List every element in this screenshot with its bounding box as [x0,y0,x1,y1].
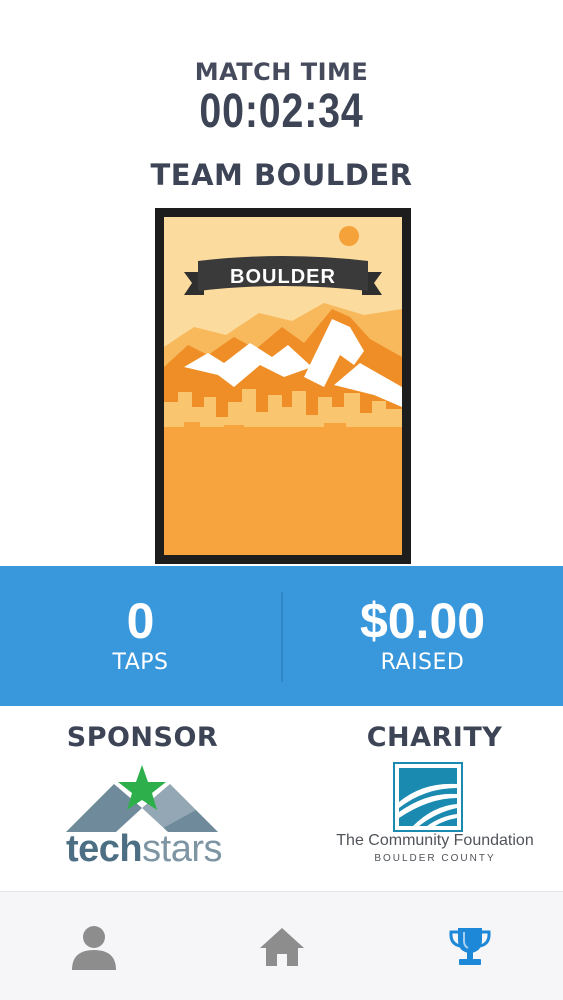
tab-profile[interactable] [0,892,187,1000]
charity-name: The Community Foundation [336,832,534,849]
match-timer: 00:02:34 [199,85,364,138]
bottom-tab-bar [0,891,563,1000]
home-icon [259,927,304,966]
taps-stat: 0 TAPS [0,566,281,706]
tab-leaderboard[interactable] [376,892,563,1000]
trophy-icon [448,927,491,965]
taps-label: TAPS [112,650,169,675]
community-foundation-logo-mark [393,762,463,832]
techstars-wordmark: techstars [66,828,222,871]
boulder-poster-illustration: BOULDER [164,217,402,555]
charity-subtitle: BOULDER COUNTY [374,853,496,864]
stats-panel: 0 TAPS $0.00 RAISED [0,566,563,706]
raised-amount: $0.00 [359,593,486,649]
team-poster: BOULDER [155,208,411,564]
charity-title: CHARITY [366,722,503,753]
person-icon [71,925,116,970]
raised-stat: $0.00 RAISED [282,566,563,706]
techstars-word-tech: tech [66,828,143,870]
taps-count: 0 [126,593,155,649]
sponsor-title: SPONSOR [66,722,219,753]
team-name: TEAM BOULDER [150,158,413,192]
raised-label: RAISED [380,650,465,675]
tab-home[interactable] [188,892,375,1000]
match-time-label: MATCH TIME [194,58,369,86]
techstars-word-stars: stars [142,828,222,870]
poster-banner-text: BOULDER [230,266,336,288]
